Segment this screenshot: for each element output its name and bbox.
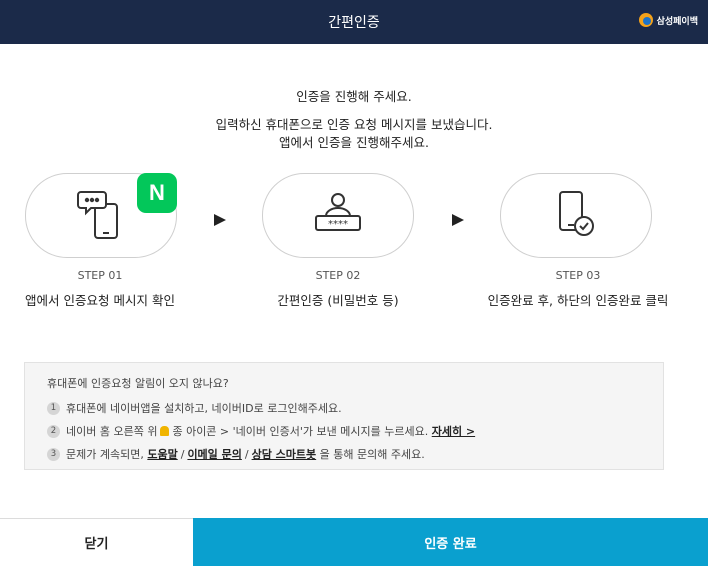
arrow-right-icon bbox=[214, 214, 226, 226]
auth-complete-button[interactable]: 인증 완료 bbox=[193, 518, 708, 566]
help-link[interactable]: 도움말 bbox=[147, 446, 177, 462]
help-item-text: 네이버 홈 오른쪽 위 bbox=[66, 425, 158, 438]
details-link[interactable]: 자세히 > bbox=[432, 423, 475, 439]
password-user-icon: **** bbox=[310, 190, 366, 242]
header-bar: 간편인증 삼성페이백 bbox=[0, 0, 708, 44]
phone-check-icon bbox=[552, 186, 600, 246]
step-3-description: 인증완료 후, 하단의 인증완료 클릭 bbox=[487, 293, 669, 308]
number-badge: 2 bbox=[47, 424, 60, 438]
help-item-1: 1 휴대폰에 네이버앱을 설치하고, 네이버ID로 로그인해주세요. bbox=[47, 400, 641, 416]
help-box: 휴대폰에 인증요청 알림이 오지 않나요? 1 휴대폰에 네이버앱을 설치하고,… bbox=[24, 362, 664, 470]
step-3-card bbox=[500, 173, 652, 258]
bell-icon bbox=[160, 426, 170, 436]
number-badge: 3 bbox=[47, 447, 60, 461]
step-1-number: STEP 01 bbox=[77, 269, 123, 282]
step-1-description: 앱에서 인증요청 메시지 확인 bbox=[25, 293, 175, 308]
arrow-right-icon bbox=[452, 214, 464, 226]
footer-buttons: 닫기 인증 완료 bbox=[0, 518, 708, 566]
step-2-number: STEP 02 bbox=[315, 269, 361, 282]
help-item-text: 종 아이콘 > '네이버 인증서'가 보낸 메시지를 누르세요. bbox=[172, 425, 429, 438]
help-item-text: 을 통해 문의해 주세요. bbox=[319, 448, 425, 461]
step-3-number: STEP 03 bbox=[555, 269, 601, 282]
brand-logo: 삼성페이백 bbox=[638, 13, 698, 27]
step-2-description: 간편인증 (비밀번호 등) bbox=[277, 293, 399, 308]
separator: / bbox=[244, 447, 249, 461]
close-button[interactable]: 닫기 bbox=[0, 518, 193, 566]
brand-name: 삼성페이백 bbox=[656, 16, 698, 27]
naver-badge-icon: N bbox=[137, 173, 177, 213]
intro-line-3: 앱에서 인증을 진행해주세요. bbox=[279, 135, 429, 150]
number-badge: 1 bbox=[47, 401, 60, 415]
step-2-card: **** bbox=[262, 173, 414, 258]
svg-text:****: **** bbox=[328, 219, 348, 230]
help-question: 휴대폰에 인증요청 알림이 오지 않나요? bbox=[47, 377, 229, 390]
brand-logo-icon bbox=[638, 13, 653, 27]
smartbot-link[interactable]: 상담 스마트봇 bbox=[252, 446, 317, 462]
intro-line-1: 인증을 진행해 주세요. bbox=[296, 89, 412, 104]
page-title: 간편인증 bbox=[328, 15, 380, 31]
intro-text: 인증을 진행해 주세요. 입력하신 휴대폰으로 인증 요청 메시지를 보냈습니다… bbox=[0, 88, 708, 152]
help-item-2: 2 네이버 홈 오른쪽 위 종 아이콘 > '네이버 인증서'가 보낸 메시지를… bbox=[47, 423, 641, 439]
intro-line-2: 입력하신 휴대폰으로 인증 요청 메시지를 보냈습니다. bbox=[215, 117, 493, 132]
help-item-text: 문제가 계속되면, bbox=[66, 448, 144, 461]
separator: / bbox=[180, 447, 185, 461]
help-item-text: 휴대폰에 네이버앱을 설치하고, 네이버ID로 로그인해주세요. bbox=[66, 402, 342, 415]
phone-chat-icon bbox=[77, 186, 125, 246]
help-item-3: 3 문제가 계속되면, 도움말 / 이메일 문의 / 상담 스마트봇 을 통해 … bbox=[47, 446, 641, 462]
email-inquiry-link[interactable]: 이메일 문의 bbox=[187, 446, 241, 462]
